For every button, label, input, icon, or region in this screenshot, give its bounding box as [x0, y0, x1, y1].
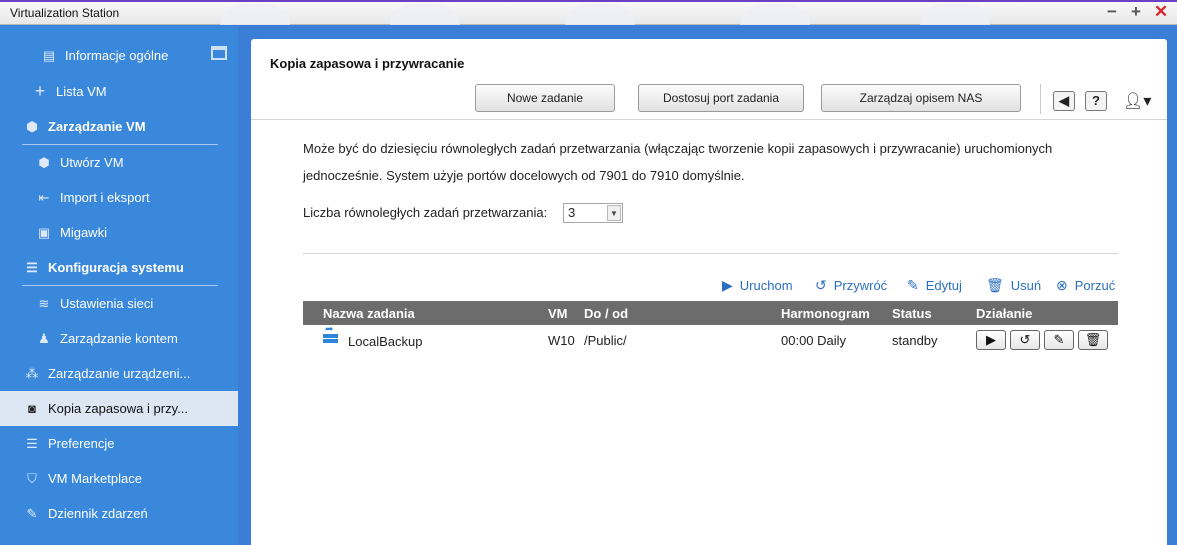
sidebar-section-vm-management[interactable]: ⬢ Zarządzanie VM [0, 109, 238, 144]
window-title: Virtualization Station [10, 6, 120, 20]
trash-icon: 🗑︎ [986, 277, 1004, 293]
sidebar-item-snapshots[interactable]: ▣ Migawki [0, 215, 238, 250]
database-icon: ≋ [38, 295, 50, 311]
plus-icon: + [34, 81, 46, 101]
titlebar-decoration [210, 0, 1010, 25]
parallel-tasks-select[interactable]: 3 ▼ [563, 203, 623, 223]
log-icon: ✎ [26, 505, 38, 521]
cell-status: standby [892, 333, 938, 348]
cell-name: LocalBackup [348, 334, 423, 349]
run-action[interactable]: ▶ Uruchom [722, 277, 793, 294]
collapse-sidebar-icon[interactable] [211, 46, 227, 60]
row-delete-button[interactable]: 🗑︎ [1078, 330, 1108, 350]
header-schedule: Harmonogram [781, 306, 870, 321]
edit-action-label: Edytuj [925, 278, 962, 293]
cubes-icon: ⬢ [38, 154, 50, 170]
parallel-tasks-label: Liczba równoległych zadań przetwarzania: [303, 205, 548, 220]
camera-icon: ▣ [37, 224, 51, 240]
close-icon[interactable]: ✕ [1152, 3, 1170, 21]
adjust-port-button[interactable]: Dostosuj port zadania [638, 84, 804, 112]
header-vm: VM [548, 306, 568, 321]
cancel-circle-icon: ⊗ [1056, 277, 1068, 293]
delete-action-label: Usuń [1010, 278, 1042, 293]
document-icon: ▤ [42, 47, 56, 63]
cubes-icon: ⬢ [26, 118, 38, 134]
help-icon[interactable]: ? [1085, 91, 1107, 111]
parallel-tasks-value: 3 [568, 205, 576, 220]
header-action: Działanie [976, 306, 1033, 321]
sidebar-item-label: Utwórz VM [60, 155, 124, 170]
shield-icon: ⛉ [27, 470, 37, 486]
backup-job-icon: ➦ [323, 324, 339, 344]
play-icon: ▶ [722, 277, 733, 293]
sidebar-item-label: Zarządzanie VM [48, 119, 146, 134]
sidebar-item-label: Informacje ogólne [65, 48, 169, 63]
header-path: Do / od [584, 306, 629, 321]
cell-schedule: 00:00 Daily [781, 333, 847, 348]
history-icon: ↺ [815, 277, 827, 293]
sidebar-item-label: VM Marketplace [48, 471, 142, 486]
run-action-label: Uruchom [739, 278, 793, 293]
table-row[interactable]: ➦ LocalBackup W10 /Public/ 00:00 Daily s… [303, 324, 1118, 354]
sidebar-item-preferences[interactable]: ☰ Preferencje [0, 426, 238, 461]
table-header: Nazwa zadania VM Do / od Harmonogram Sta… [303, 301, 1118, 325]
list-icon: ☰ [26, 435, 38, 451]
sidebar: ▤ Informacje ogólne + Lista VM ⬢ Zarządz… [0, 26, 238, 545]
sidebar-item-label: Ustawienia sieci [60, 296, 154, 311]
description-text: Może być do dziesięciu równoległych zada… [303, 141, 1053, 183]
sliders-icon: ☰ [26, 259, 38, 275]
pencil-icon: ✎ [907, 277, 919, 293]
sidebar-item-vm-marketplace[interactable]: ⛉ VM Marketplace [0, 461, 238, 496]
sidebar-item-label: Kopia zapasowa i przy... [48, 401, 188, 416]
sidebar-item-device-management[interactable]: ⁂ Zarządzanie urządzeni... [0, 356, 238, 391]
sidebar-item-account-management[interactable]: ♟ Zarządzanie kontem [0, 321, 238, 356]
header-name: Nazwa zadania [323, 306, 415, 321]
sidebar-item-vm-list[interactable]: + Lista VM [0, 74, 238, 109]
restore-action-label: Przywróć [833, 278, 888, 293]
users-icon: ♟ [38, 330, 50, 346]
abort-action[interactable]: ⊗ Porzuć [1056, 277, 1115, 294]
toolbar-separator [1040, 84, 1041, 114]
row-restore-button[interactable]: ↺ [1010, 330, 1040, 350]
main-panel: Kopia zapasowa i przywracanie Nowe zadan… [251, 39, 1167, 545]
minimize-icon[interactable]: − [1103, 3, 1121, 21]
abort-action-label: Porzuć [1074, 278, 1116, 293]
speaker-icon[interactable]: ◀ [1053, 91, 1075, 111]
sidebar-item-label: Lista VM [56, 84, 107, 99]
sidebar-item-overview[interactable]: ▤ Informacje ogólne [0, 38, 238, 73]
import-icon: ⇤ [38, 189, 50, 205]
sidebar-item-create-vm[interactable]: ⬢ Utwórz VM [0, 145, 238, 180]
edit-action[interactable]: ✎ Edytuj [907, 277, 962, 294]
sidebar-item-import-export[interactable]: ⇤ Import i eksport [0, 180, 238, 215]
sidebar-item-label: Zarządzanie kontem [60, 331, 178, 346]
section-divider [303, 253, 1118, 254]
hierarchy-icon: ⁂ [25, 365, 39, 381]
sidebar-item-label: Preferencje [48, 436, 115, 451]
sidebar-item-label: Konfiguracja systemu [48, 260, 184, 275]
sidebar-item-label: Zarządzanie urządzeni... [48, 366, 191, 381]
sidebar-section-system-config[interactable]: ☰ Konfiguracja systemu [0, 250, 238, 285]
restore-action[interactable]: ↺ Przywróć [815, 277, 887, 294]
sidebar-item-network-settings[interactable]: ≋ Ustawienia sieci [0, 286, 238, 321]
delete-action[interactable]: 🗑︎ Usuń [986, 277, 1041, 294]
header-status: Status [892, 306, 932, 321]
user-menu-icon[interactable]: 👤︎▾ [1123, 91, 1151, 111]
row-run-button[interactable]: ▶ [976, 330, 1006, 350]
maximize-icon[interactable]: + [1127, 3, 1145, 21]
cell-vm: W10 [548, 333, 575, 348]
toolbar-divider [251, 119, 1167, 120]
window-titlebar: Virtualization Station − + ✕ [0, 0, 1177, 25]
new-task-button[interactable]: Nowe zadanie [475, 84, 615, 112]
sidebar-item-label: Migawki [60, 225, 107, 240]
sidebar-item-event-log[interactable]: ✎ Dziennik zdarzeń [0, 496, 238, 531]
cell-path: /Public/ [584, 333, 627, 348]
sidebar-item-label: Import i eksport [60, 190, 150, 205]
sidebar-item-label: Dziennik zdarzeń [48, 506, 148, 521]
sidebar-item-backup-restore[interactable]: ◙ Kopia zapasowa i przy... [0, 391, 238, 426]
row-edit-button[interactable]: ✎ [1044, 330, 1074, 350]
page-title: Kopia zapasowa i przywracanie [270, 56, 465, 71]
chevron-down-icon: ▼ [607, 205, 621, 221]
manage-nas-button[interactable]: Zarządzaj opisem NAS [821, 84, 1021, 112]
backup-icon: ◙ [28, 401, 36, 416]
